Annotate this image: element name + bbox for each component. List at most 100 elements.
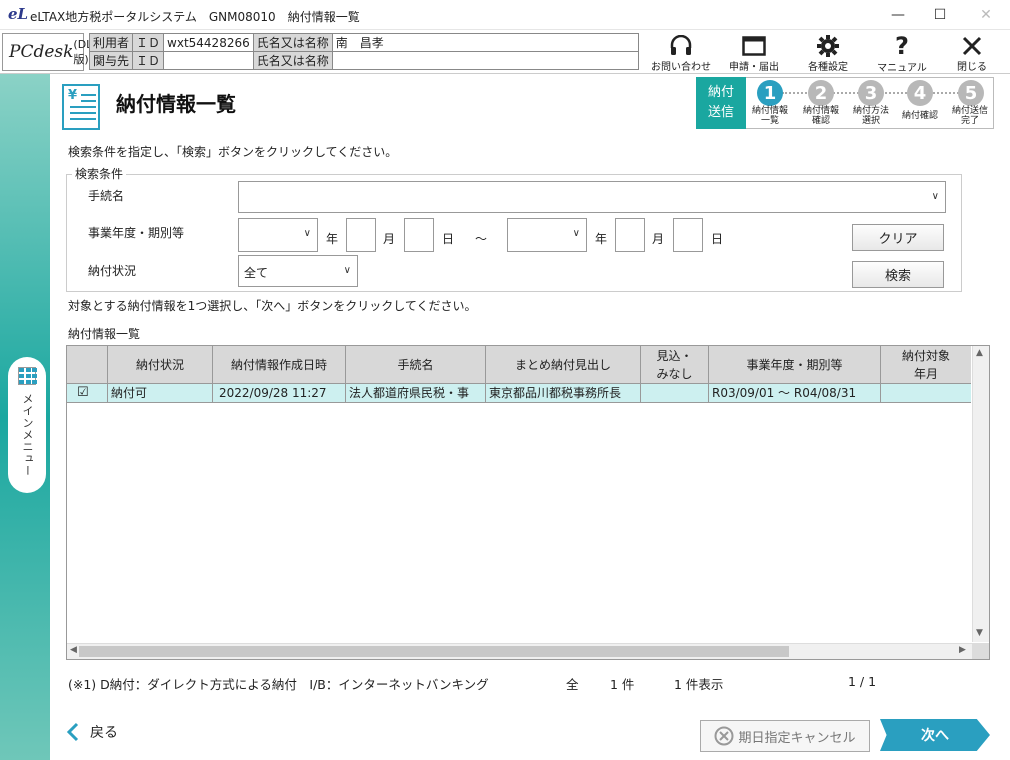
- col-header-procedure[interactable]: 手続名: [346, 346, 486, 384]
- cancel-circle-icon: [714, 726, 734, 746]
- col-header-period[interactable]: 事業年度・期別等: [709, 346, 881, 384]
- settings-button[interactable]: 各種設定: [794, 33, 862, 73]
- name-label: 氏名又は名称: [252, 33, 333, 52]
- title-bar: eL eLTAX地方税ポータルシステム GNM08010 納付情報一覧 — ☐ …: [0, 0, 1010, 30]
- contact-label: お問い合わせ: [651, 62, 711, 73]
- row-checkbox[interactable]: ☑: [67, 384, 108, 403]
- id-label: ＩＤ: [132, 33, 165, 52]
- step-1-circle: 1: [757, 80, 783, 106]
- row-period: R03/09/01 ～ R04/08/31: [709, 384, 881, 403]
- procedure-select[interactable]: ∨: [238, 181, 946, 213]
- back-button[interactable]: 戻る: [66, 722, 118, 742]
- user-info-table: 利用者 ＩＤ wxt54428266 氏名又は名称 南 昌孝 関与先 ＩＤ 氏名…: [88, 33, 639, 70]
- col-header-summary[interactable]: まとめ納付見出し: [486, 346, 641, 384]
- horizontal-scrollbar[interactable]: ◀ ▶: [67, 643, 972, 659]
- status-select[interactable]: 全て ∨: [238, 255, 358, 287]
- to-day-input[interactable]: [673, 218, 703, 252]
- id-label: ＩＤ: [132, 51, 165, 70]
- row-created: 2022/09/28 11:27: [213, 384, 346, 403]
- step-5-label-line2: 完了: [960, 116, 979, 126]
- question-icon: ?: [895, 32, 909, 60]
- horizontal-scroll-thumb[interactable]: [79, 646, 789, 657]
- total-count: 1 件: [610, 677, 635, 692]
- payment-document-icon: ¥: [62, 84, 100, 130]
- window-title: eLTAX地方税ポータルシステム GNM08010 納付情報一覧: [30, 10, 360, 24]
- close-label: 閉じる: [957, 62, 987, 73]
- row-estimate: [641, 384, 709, 403]
- clear-button[interactable]: クリア: [852, 224, 944, 251]
- user-label: 利用者: [88, 33, 134, 52]
- close-icon: [961, 33, 983, 58]
- select-instruction: 対象とする納付情報を1つ選択し、「次へ」ボタンをクリックしてください。: [68, 299, 477, 313]
- status-label: 納付状況: [88, 264, 137, 278]
- scroll-left-icon[interactable]: ◀: [70, 645, 77, 655]
- headset-icon: [669, 33, 693, 58]
- search-instruction: 検索条件を指定し、「検索」ボタンをクリックしてください。: [68, 145, 398, 159]
- step-1-label-line1: 納付情報: [751, 106, 788, 116]
- settings-label: 各種設定: [808, 62, 848, 73]
- grid-icon: [18, 367, 37, 385]
- col-header-target-month[interactable]: 納付対象 年月: [881, 346, 971, 384]
- manual-label: マニュアル: [877, 63, 927, 74]
- range-separator: ～: [475, 232, 488, 246]
- to-month-input[interactable]: [615, 218, 645, 252]
- row-summary: 東京都品川都税事務所長: [486, 384, 641, 403]
- pcdesk-logo: PCdesk (DL版): [2, 33, 92, 71]
- application-button[interactable]: 申請・届出: [720, 33, 788, 73]
- from-year-unit: 年: [326, 232, 339, 246]
- row-target-month: [881, 384, 971, 403]
- search-button[interactable]: 検索: [852, 261, 944, 288]
- step-2-label-line1: 納付情報: [802, 106, 839, 116]
- name-label: 氏名又は名称: [252, 51, 333, 70]
- scroll-right-icon[interactable]: ▶: [959, 645, 966, 655]
- page-title: 納付情報一覧: [116, 92, 236, 116]
- window-close-icon[interactable]: ✕: [964, 0, 1008, 30]
- total-prefix: 全: [566, 677, 579, 692]
- to-month-unit: 月: [652, 232, 665, 246]
- cancel-scheduled-label: 期日指定キャンセル: [738, 730, 856, 746]
- vertical-scrollbar[interactable]: ▲ ▼: [972, 346, 989, 642]
- scroll-down-icon[interactable]: ▼: [976, 628, 983, 638]
- col-header-estimate[interactable]: 見込・ みなし: [641, 346, 709, 384]
- manual-button[interactable]: ? マニュアル: [868, 32, 936, 74]
- from-month-input[interactable]: [346, 218, 376, 252]
- user-name-value: 南 昌孝: [331, 33, 639, 52]
- main-menu-button[interactable]: メインメニュー: [8, 357, 46, 493]
- step-section-line2: 送信: [707, 105, 734, 120]
- step-2-label-line2: 確認: [811, 116, 830, 126]
- from-day-unit: 日: [442, 232, 455, 246]
- to-era-select[interactable]: ∨: [507, 218, 587, 252]
- minimize-icon[interactable]: —: [876, 0, 920, 30]
- chevron-down-icon: ∨: [343, 265, 351, 276]
- scroll-up-icon[interactable]: ▲: [976, 348, 983, 358]
- step-3-label: 納付方法 選択: [847, 106, 895, 126]
- procedure-label: 手続名: [88, 189, 125, 203]
- step-3-label-line2: 選択: [861, 116, 880, 126]
- step-5-circle: 5: [958, 80, 984, 106]
- from-day-input[interactable]: [404, 218, 434, 252]
- close-app-button[interactable]: 閉じる: [940, 33, 1004, 73]
- window-icon: [742, 33, 766, 58]
- from-era-select[interactable]: ∨: [238, 218, 318, 252]
- footnote: (※1) D納付：ダイレクト方式による納付 I/B：インターネットバンキング: [68, 677, 489, 692]
- col-header-check: [67, 346, 108, 384]
- application-label: 申請・届出: [729, 62, 779, 73]
- step-3-label-line1: 納付方法: [852, 106, 889, 116]
- pcdesk-text: PCdesk: [9, 42, 74, 62]
- maximize-icon[interactable]: ☐: [918, 0, 962, 30]
- step-3-circle: 3: [858, 80, 884, 106]
- step-2-circle: 2: [808, 80, 834, 106]
- next-button[interactable]: 次へ: [880, 719, 990, 751]
- user-id-value: wxt54428266: [163, 33, 254, 52]
- contact-button[interactable]: お問い合わせ: [646, 33, 716, 73]
- gear-icon: [816, 33, 840, 58]
- to-year-unit: 年: [595, 232, 608, 246]
- list-title: 納付情報一覧: [68, 327, 141, 341]
- step-4-circle: 4: [907, 80, 933, 106]
- col-header-status[interactable]: 納付状況: [108, 346, 213, 384]
- col-header-created[interactable]: 納付情報作成日時: [213, 346, 346, 384]
- scroll-corner: [972, 643, 989, 659]
- main-menu-label: メインメニュー: [21, 393, 34, 477]
- step-section-line1: 納付: [707, 85, 734, 100]
- cancel-scheduled-button[interactable]: 期日指定キャンセル: [700, 720, 870, 752]
